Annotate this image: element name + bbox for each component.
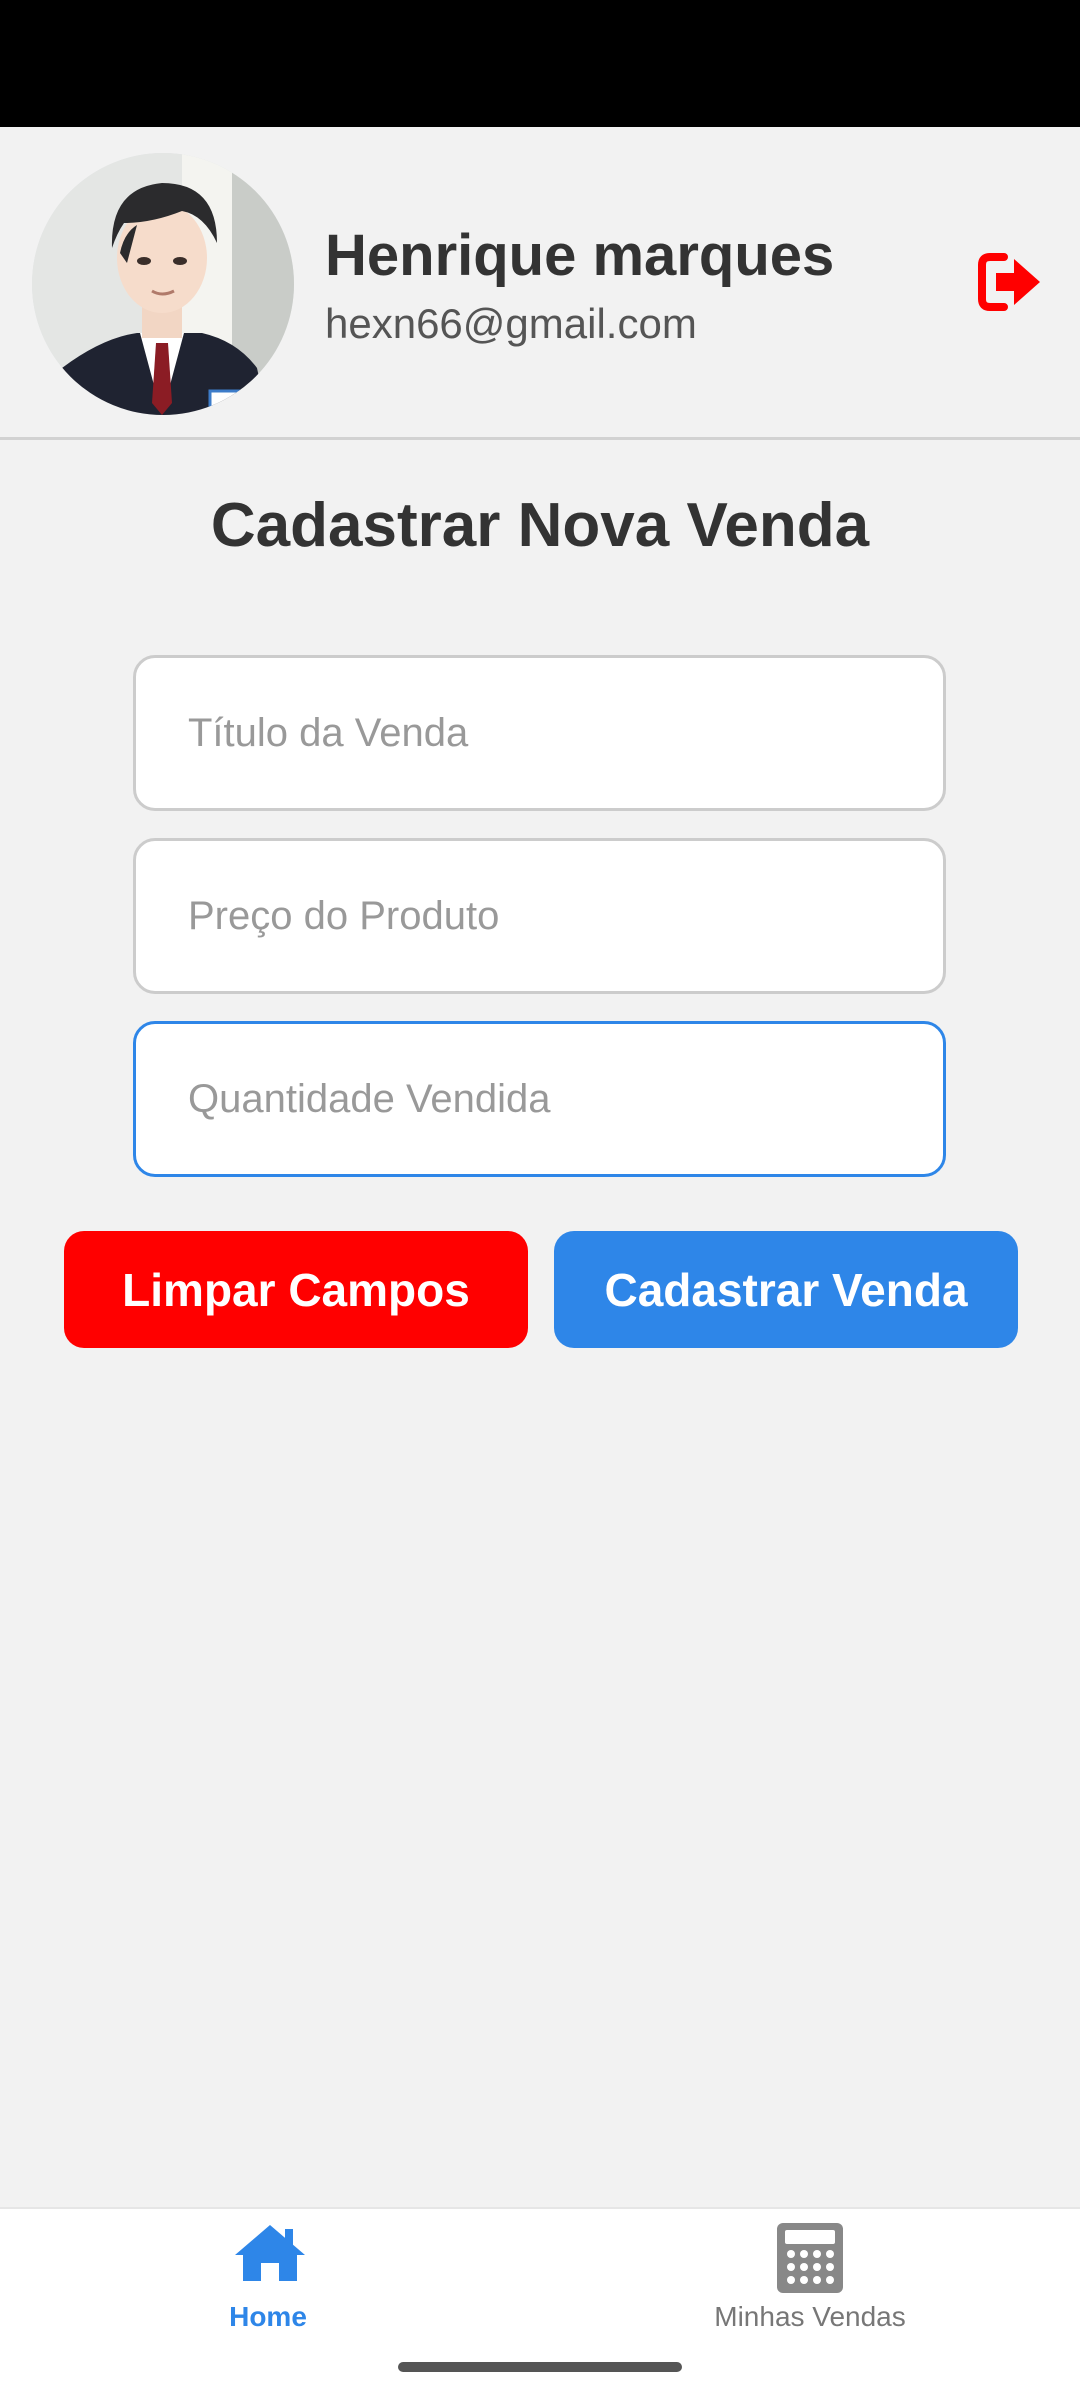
status-bar: [0, 0, 1080, 127]
clear-fields-button[interactable]: Limpar Campos: [64, 1231, 528, 1348]
sale-title-input[interactable]: [133, 655, 946, 811]
nav-item-home[interactable]: Home: [0, 2209, 540, 2359]
calculator-icon: [775, 2221, 845, 2300]
home-indicator: [398, 2362, 682, 2372]
user-name: Henrique marques: [325, 223, 835, 288]
logout-icon[interactable]: [974, 247, 1044, 317]
submit-sale-button[interactable]: Cadastrar Venda: [554, 1231, 1018, 1348]
nav-label-minhas-vendas: Minhas Vendas: [714, 2301, 906, 2332]
product-price-input[interactable]: [133, 838, 946, 994]
nav-label-home: Home: [229, 2301, 307, 2332]
avatar: [32, 153, 294, 415]
profile-header: Henrique marques hexn66@gmail.com: [0, 127, 1080, 440]
home-icon: [233, 2221, 307, 2290]
user-email: hexn66@gmail.com: [325, 300, 697, 347]
nav-item-minhas-vendas[interactable]: Minhas Vendas: [540, 2209, 1080, 2359]
page-title: Cadastrar Nova Venda: [210, 491, 870, 560]
quantity-sold-input[interactable]: [133, 1021, 946, 1177]
